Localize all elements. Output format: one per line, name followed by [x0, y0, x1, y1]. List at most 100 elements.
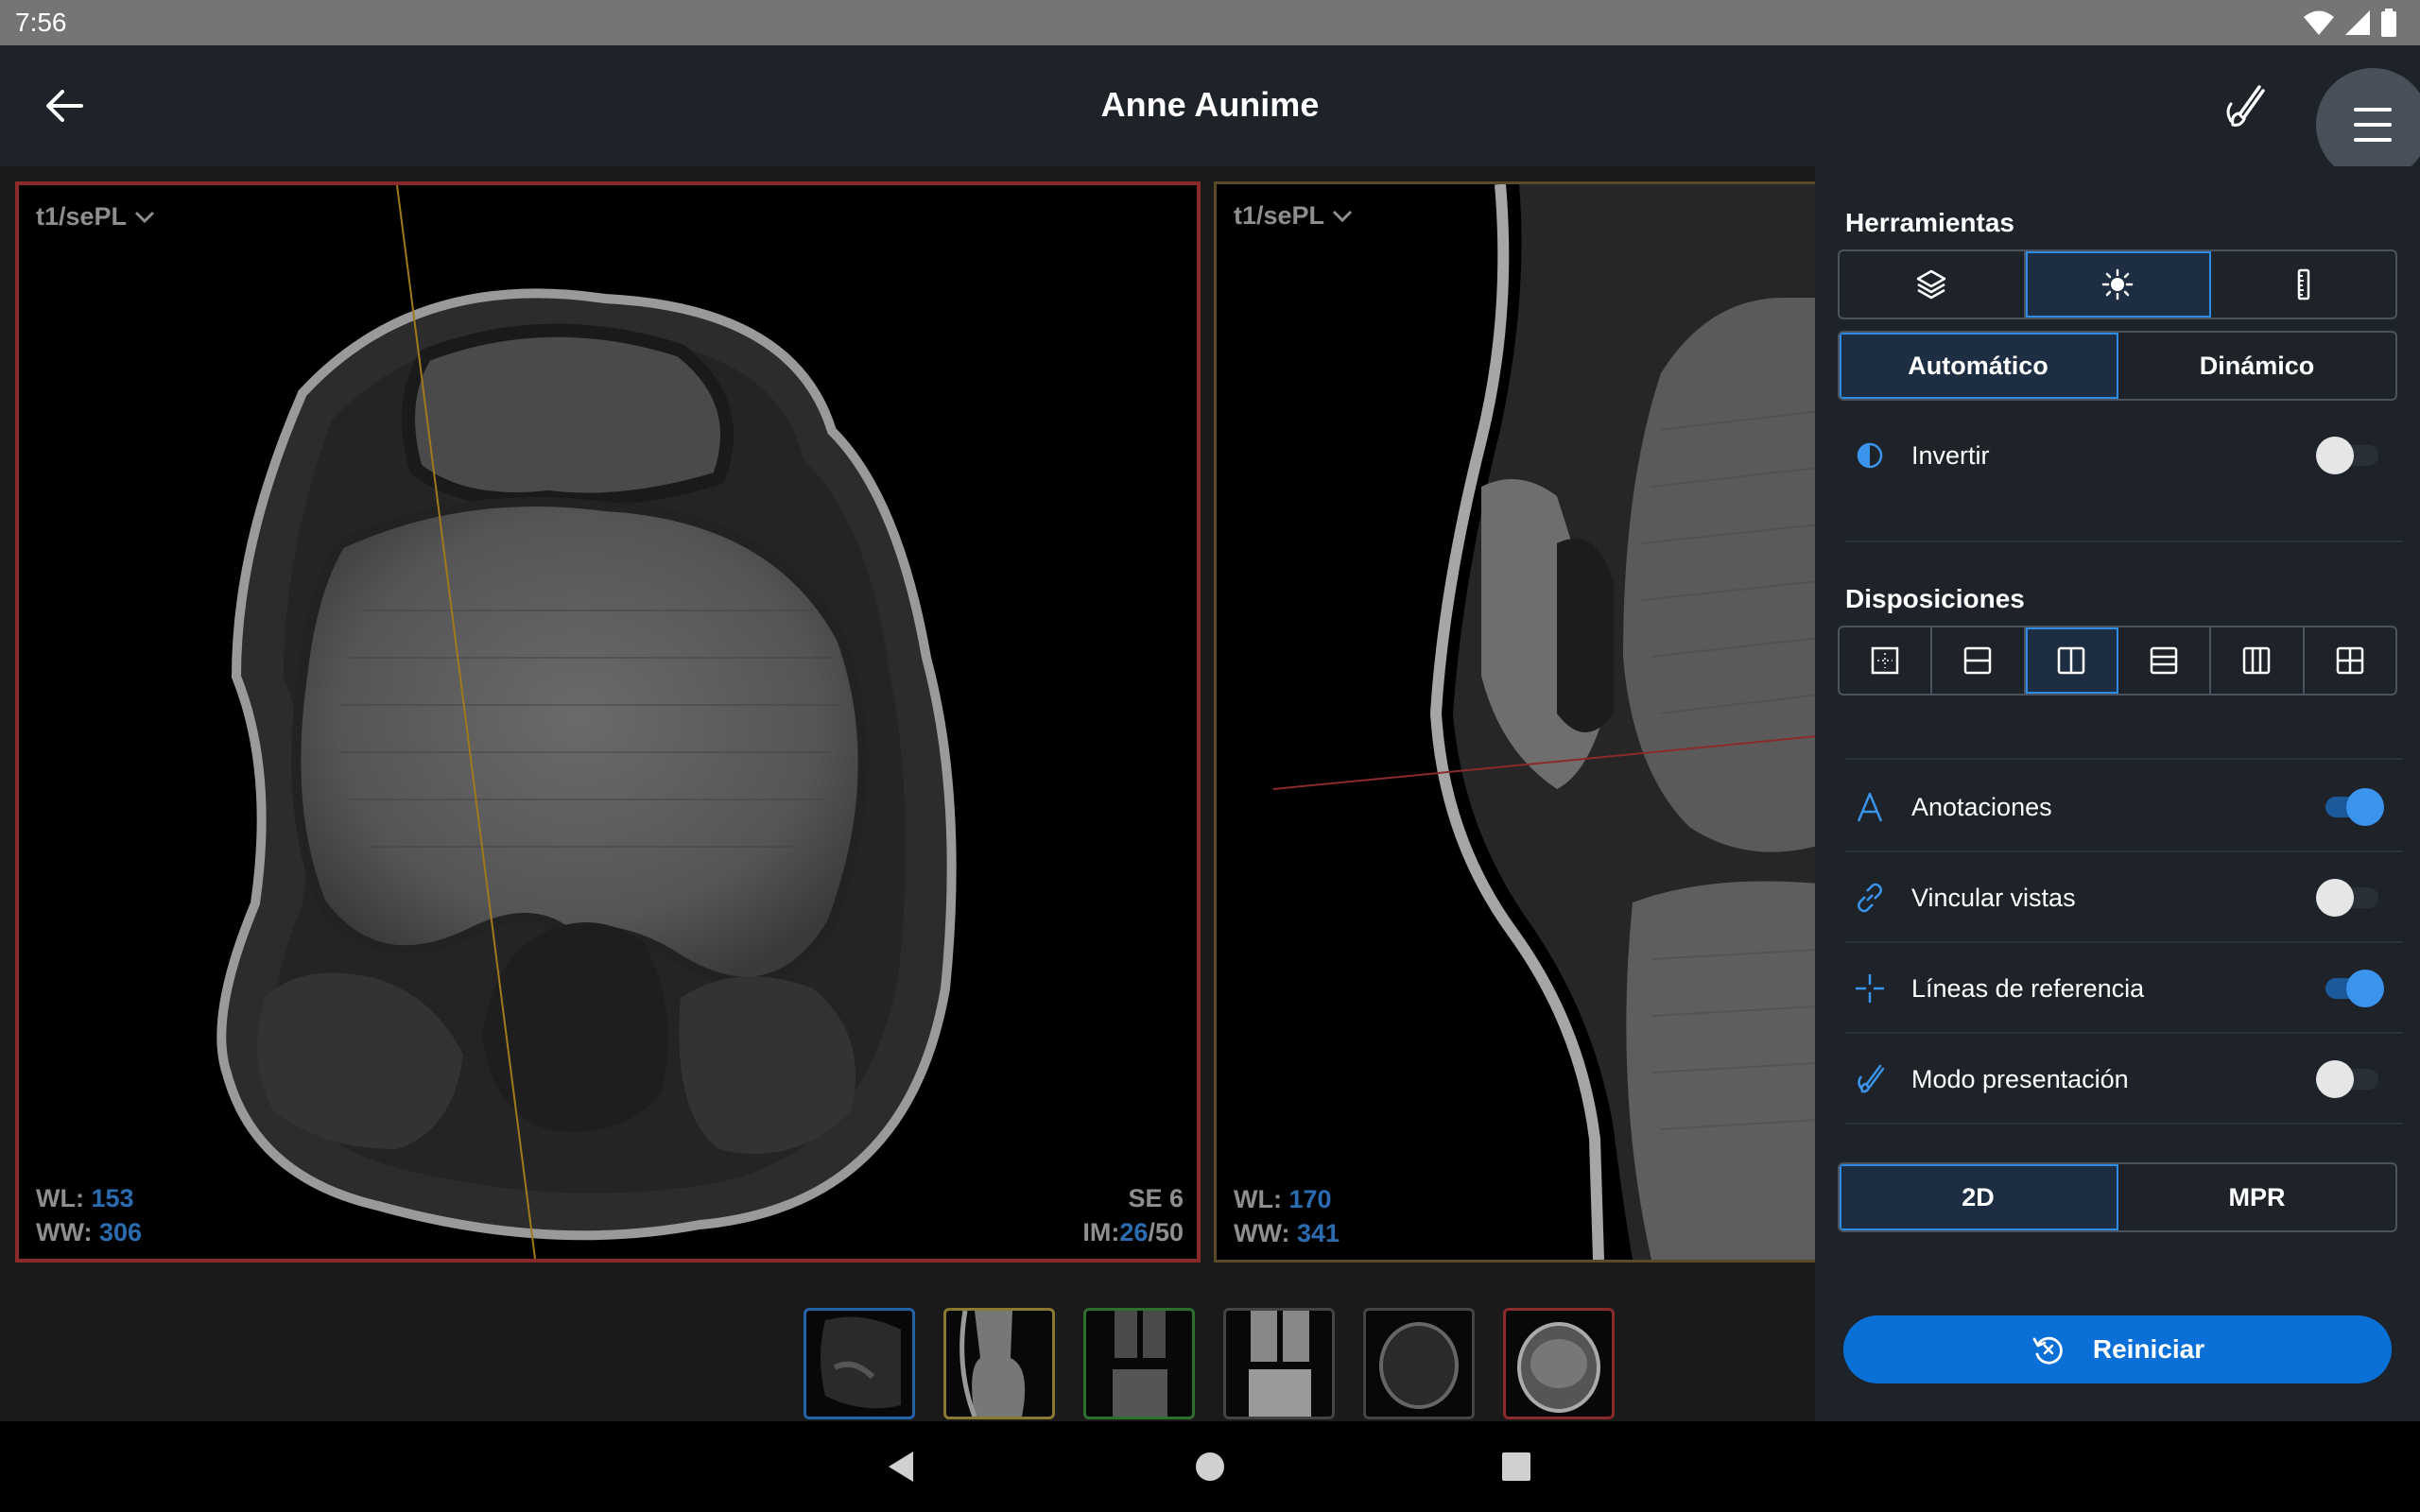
reset-icon [2032, 1336, 2063, 1365]
layers-icon [1917, 269, 1946, 300]
contrast-icon [1857, 442, 1883, 469]
view-mpr-button[interactable]: MPR [2118, 1164, 2395, 1230]
layouts-title: Disposiciones [1845, 584, 2025, 613]
reset-button[interactable]: Reiniciar [1843, 1315, 2392, 1383]
app-bar: Anne Aunime [0, 45, 2420, 181]
viewport-axial[interactable]: t1/sePL WL: 153 WW: 306 SE 6 IM:26/50 [15, 181, 1201, 1263]
layout-2-rows-button[interactable] [1932, 627, 2026, 694]
link-views-row[interactable]: Vincular vistas [1845, 852, 2394, 943]
chevron-down-icon [1332, 210, 1353, 222]
window-level-value: 170 [1288, 1185, 1332, 1213]
battery-icon [2381, 9, 2396, 37]
tool-layers-button[interactable] [1840, 251, 2026, 318]
thumbnail-image [1517, 1322, 1600, 1413]
view-2d-button[interactable]: 2D [1840, 1164, 2118, 1230]
presentation-mode-row[interactable]: Modo presentación [1845, 1034, 2394, 1125]
tool-brightness-button[interactable] [2025, 251, 2212, 318]
link-views-label: Vincular vistas [1911, 883, 2076, 912]
nav-home-icon[interactable] [1187, 1444, 1233, 1489]
brush-icon [2226, 85, 2265, 127]
presentation-mode-button[interactable] [2218, 77, 2274, 134]
annotations-label: Anotaciones [1911, 792, 2052, 821]
nav-recents-icon[interactable] [1494, 1444, 1539, 1489]
series-thumbnail[interactable] [1223, 1308, 1335, 1419]
series-thumbnail-strip [0, 1281, 1815, 1421]
layout-single-button[interactable] [1840, 627, 1933, 694]
link-icon [1858, 883, 1882, 913]
viewport-sagittal[interactable]: t1/sePL WL: 170 WW: 341 [1214, 181, 1815, 1263]
mri-axial-image [216, 185, 957, 1259]
layout-3-rows-icon [2150, 646, 2178, 675]
chevron-down-icon [134, 211, 155, 223]
wifi-icon [2304, 10, 2334, 35]
layout-2-cols-button[interactable] [2025, 627, 2118, 694]
series-thumbnail[interactable] [1363, 1308, 1475, 1419]
ruler-icon [2297, 268, 2309, 301]
layout-single-icon [1871, 646, 1899, 675]
nav-back-icon[interactable] [879, 1444, 925, 1489]
layout-2-rows-icon [1964, 646, 1992, 675]
image-index: IM:26/50 [1082, 1218, 1184, 1246]
series-label: t1/sePL [1234, 201, 1325, 230]
tool-ruler-button[interactable] [2211, 251, 2395, 318]
system-icons [2303, 8, 2397, 38]
annotation-a-icon [1857, 792, 1883, 822]
thumbnail-image [1379, 1322, 1459, 1409]
series-thumbnail[interactable] [943, 1308, 1055, 1419]
mode-automatic-button[interactable]: Automático [1840, 333, 2118, 399]
series-number: SE 6 [1128, 1184, 1184, 1212]
page-title: Anne Aunime [1100, 85, 1320, 124]
layout-2x2-button[interactable] [2305, 627, 2395, 694]
window-width-value: 341 [1297, 1219, 1340, 1247]
brush-icon [1858, 1064, 1885, 1093]
image-viewer: t1/sePL WL: 153 WW: 306 SE 6 IM:26/50 t1… [0, 166, 1815, 1421]
window-mode-selector: Automático Dinámico [1838, 331, 2397, 401]
reference-lines-toggle[interactable] [2316, 970, 2384, 1007]
divider [1845, 541, 2403, 542]
view-mode-selector: 2D MPR [1838, 1162, 2397, 1232]
system-nav-bar [0, 1421, 2420, 1512]
signal-icon [2345, 10, 2370, 35]
thumbnail-image [959, 1311, 1026, 1417]
thumbnail-image [821, 1316, 901, 1409]
mode-dynamic-button[interactable]: Dinámico [2118, 333, 2395, 399]
series-label: t1/sePL [36, 202, 128, 231]
divider [1845, 1123, 2403, 1125]
layout-3-cols-button[interactable] [2211, 627, 2305, 694]
annotations-toggle[interactable] [2316, 788, 2384, 826]
layout-3-cols-icon [2243, 646, 2271, 675]
layout-2x2-icon [2336, 646, 2364, 675]
layout-2-cols-icon [2057, 646, 2085, 675]
tools-title: Herramientas [1845, 208, 2014, 237]
reset-label: Reiniciar [2092, 1334, 2205, 1364]
thumbnail-image [1113, 1311, 1167, 1417]
invert-label: Invertir [1911, 440, 1990, 470]
divider [1845, 758, 2403, 760]
menu-button[interactable] [2316, 68, 2420, 181]
window-level: WL: 153 [36, 1184, 134, 1212]
window-width-value: 306 [99, 1218, 143, 1246]
series-thumbnail[interactable] [1083, 1308, 1195, 1419]
invert-row[interactable]: Invertir [1845, 410, 2394, 501]
series-selector[interactable]: t1/sePL [36, 202, 155, 232]
presentation-mode-toggle[interactable] [2316, 1060, 2384, 1098]
brightness-icon [2101, 268, 2134, 301]
window-width: WW: 306 [36, 1218, 143, 1246]
window-width: WW: 341 [1234, 1219, 1340, 1247]
link-views-toggle[interactable] [2316, 879, 2384, 917]
series-thumbnail[interactable] [804, 1308, 915, 1419]
layout-3-rows-button[interactable] [2118, 627, 2212, 694]
series-thumbnail[interactable] [1503, 1308, 1615, 1419]
reference-lines-row[interactable]: Líneas de referencia [1845, 943, 2394, 1034]
presentation-mode-label: Modo presentación [1911, 1064, 2129, 1093]
invert-toggle[interactable] [2316, 437, 2384, 474]
status-time: 7:56 [15, 8, 67, 37]
annotations-row[interactable]: Anotaciones [1845, 762, 2394, 852]
window-level-value: 153 [91, 1184, 134, 1212]
hamburger-icon [2354, 108, 2392, 142]
window-level: WL: 170 [1234, 1185, 1332, 1213]
status-bar: 7:56 [0, 0, 2420, 45]
tools-selector [1838, 249, 2397, 319]
series-selector[interactable]: t1/sePL [1234, 201, 1353, 231]
mri-sagittal-image [1272, 184, 1815, 1260]
